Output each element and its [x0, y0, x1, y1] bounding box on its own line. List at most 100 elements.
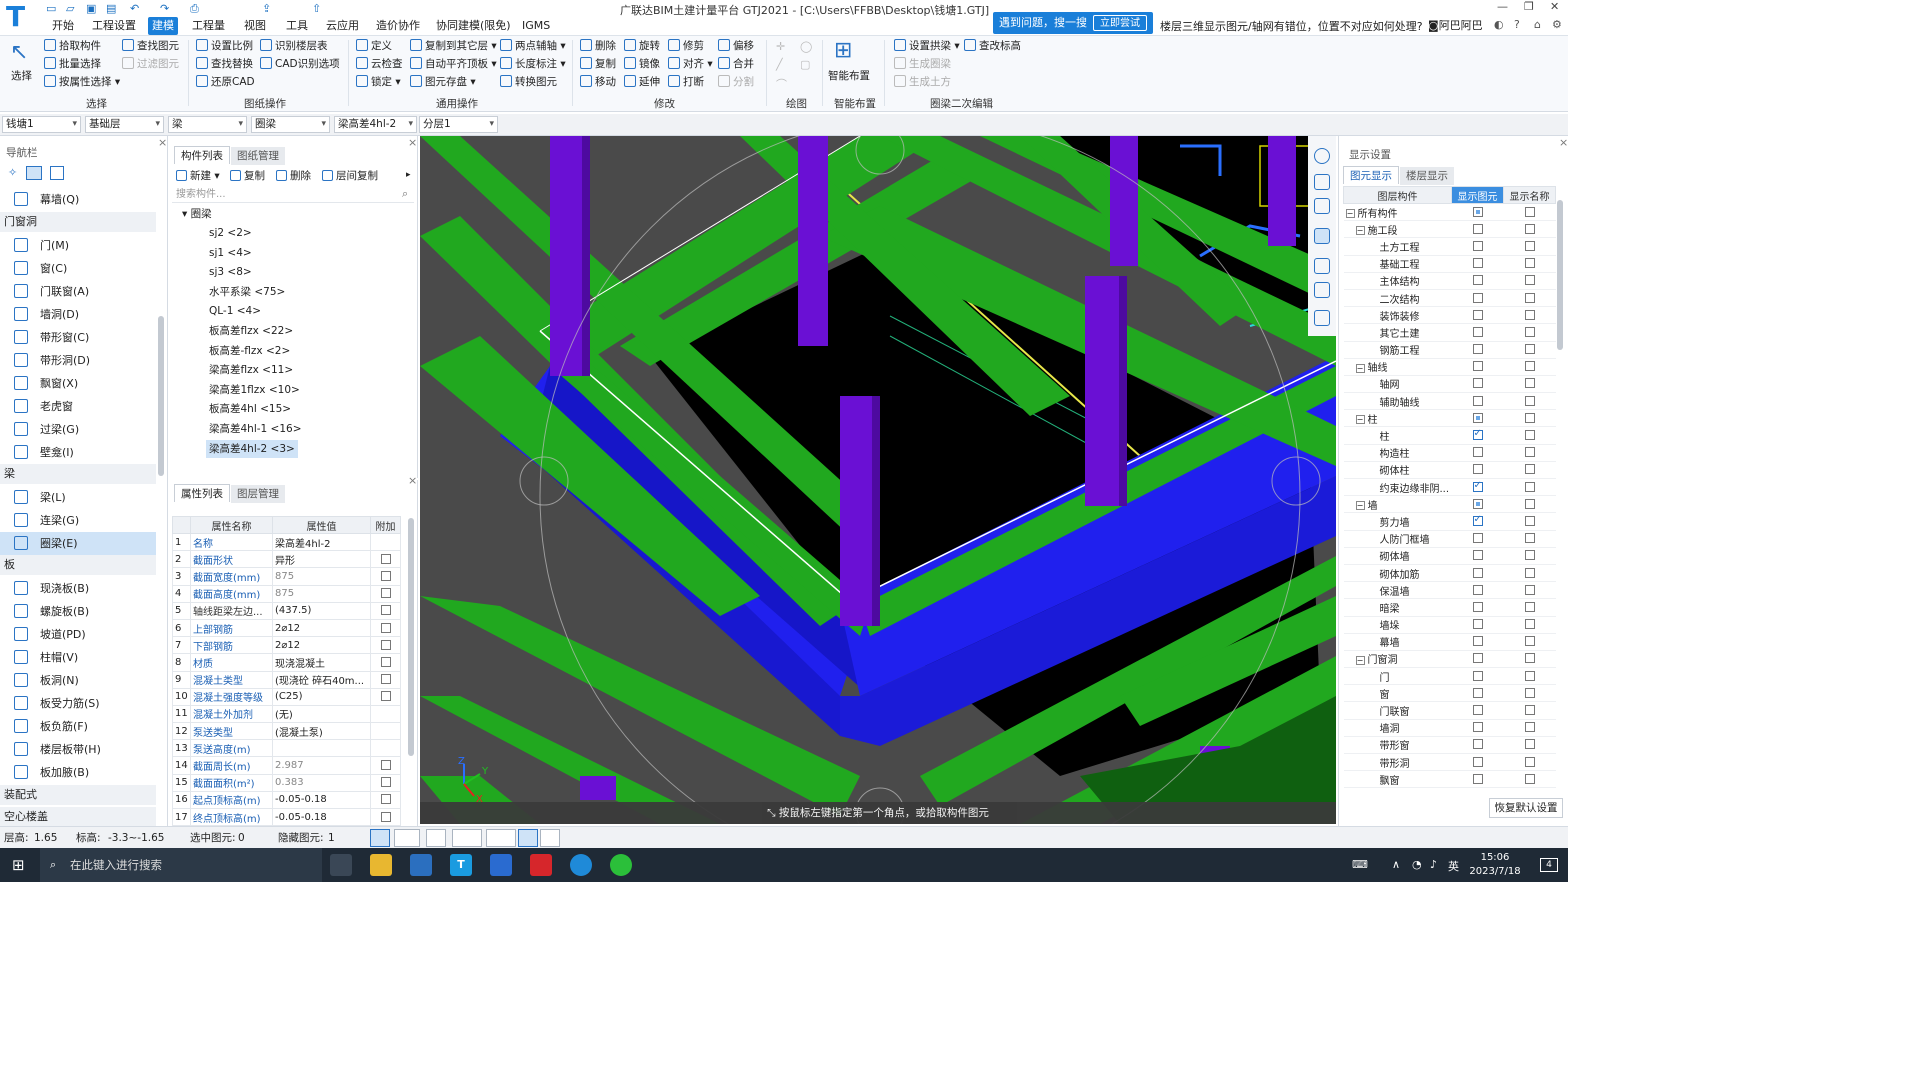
- select-big-button[interactable]: 选择: [11, 68, 32, 84]
- define-button[interactable]: 定义: [356, 38, 392, 54]
- user-account[interactable]: ◙阿巴阿巴: [1428, 17, 1483, 33]
- show-name-checkbox[interactable]: [1524, 722, 1535, 733]
- component-tree-item[interactable]: 梁高差flzx <11>: [206, 361, 296, 379]
- search-icon[interactable]: ⌕: [402, 187, 408, 201]
- search-icon[interactable]: ⌕: [1407, 17, 1413, 31]
- set-arch-beam-button[interactable]: 设置拱梁 ▾: [894, 38, 960, 54]
- menu-cost-collab[interactable]: 造价协作: [372, 17, 424, 35]
- nav-item[interactable]: 门(M): [0, 234, 156, 257]
- category-combo[interactable]: 梁: [168, 116, 247, 133]
- show-element-checkbox[interactable]: [1472, 275, 1483, 286]
- property-value[interactable]: 875: [272, 584, 371, 603]
- extra-checkbox[interactable]: [380, 811, 391, 822]
- display-row[interactable]: 幕墙: [1343, 633, 1556, 651]
- tab-drawing-management[interactable]: 图纸管理: [231, 147, 285, 165]
- show-name-checkbox[interactable]: [1524, 464, 1535, 475]
- display-row[interactable]: 柱: [1343, 426, 1556, 445]
- break-button[interactable]: 打断: [668, 74, 704, 90]
- component-tree-item[interactable]: QL-1 <4>: [206, 302, 264, 320]
- show-element-checkbox[interactable]: [1472, 773, 1483, 784]
- component-tree-item[interactable]: 水平系梁 <75>: [206, 283, 288, 301]
- nav-close-icon[interactable]: ×: [158, 136, 167, 149]
- property-row[interactable]: 11 混凝土外加剂 (无): [172, 704, 401, 724]
- extra-checkbox[interactable]: [380, 777, 391, 788]
- faq-search-text[interactable]: 楼层三维显示图元/轴网有错位，位置不对应如何处理?: [1160, 18, 1423, 34]
- extra-checkbox[interactable]: [380, 691, 391, 702]
- menu-modeling[interactable]: 建模: [148, 17, 178, 35]
- system-clock[interactable]: 15:06 2023/7/18: [1465, 851, 1525, 879]
- property-row[interactable]: 9 混凝土类型 (现浇砼 碎石40m...: [172, 670, 401, 689]
- property-value[interactable]: 875: [272, 567, 371, 586]
- cube-view-icon[interactable]: [1314, 228, 1330, 244]
- menu-quantity[interactable]: 工程量: [188, 17, 229, 35]
- extra-checkbox[interactable]: [380, 639, 391, 650]
- show-element-checkbox[interactable]: [1472, 447, 1483, 458]
- display-row[interactable]: 土方工程: [1343, 237, 1556, 256]
- show-element-checkbox[interactable]: [1472, 395, 1483, 406]
- tree-view-icon[interactable]: [50, 166, 64, 180]
- show-element-checkbox[interactable]: [1472, 344, 1483, 355]
- cad-options-button[interactable]: CAD识别选项: [260, 56, 340, 72]
- menu-view[interactable]: 视图: [240, 17, 270, 35]
- cad-app-icon[interactable]: [490, 854, 512, 876]
- smart-layout-icon[interactable]: ⊞: [834, 38, 860, 66]
- extra-checkbox[interactable]: [380, 674, 391, 685]
- home-icon[interactable]: ⌂: [1534, 18, 1541, 31]
- display-row[interactable]: − 轴线: [1343, 358, 1556, 376]
- generate-ring-beam-button[interactable]: 生成圈梁: [894, 56, 951, 72]
- show-name-checkbox[interactable]: [1524, 567, 1535, 578]
- show-name-checkbox[interactable]: [1524, 292, 1535, 303]
- convert-element-button[interactable]: 转换图元: [500, 74, 557, 90]
- show-element-checkbox[interactable]: [1472, 378, 1483, 389]
- more-tools-icon[interactable]: ▸: [406, 170, 411, 180]
- show-name-checkbox[interactable]: [1524, 636, 1535, 647]
- property-value[interactable]: [272, 739, 371, 758]
- extra-checkbox[interactable]: [380, 605, 391, 616]
- select-by-property-button[interactable]: 按属性选择 ▾: [44, 74, 120, 90]
- property-row[interactable]: 17 终点顶标高(m) -0.05-0.18: [172, 807, 401, 827]
- show-element-checkbox[interactable]: [1472, 533, 1483, 544]
- display-row[interactable]: 砌体加筋: [1343, 564, 1556, 583]
- nav-item[interactable]: 壁龛(I): [0, 441, 156, 464]
- show-name-checkbox[interactable]: [1524, 275, 1535, 286]
- property-value[interactable]: 梁高差4hl-2: [272, 532, 371, 552]
- property-row[interactable]: 7 下部钢筋 2⌀12: [172, 636, 401, 655]
- close-icon[interactable]: ✕: [1550, 0, 1559, 13]
- delete-component-button[interactable]: 删除: [276, 168, 311, 183]
- show-element-checkbox[interactable]: [1472, 258, 1483, 269]
- display-row[interactable]: 人防门框墙: [1343, 530, 1556, 548]
- show-name-checkbox[interactable]: [1524, 705, 1535, 716]
- show-name-checkbox[interactable]: [1524, 481, 1535, 492]
- display-row[interactable]: − 施工段: [1343, 220, 1556, 239]
- property-row[interactable]: 16 起点顶标高(m) -0.05-0.18: [172, 790, 401, 810]
- property-row[interactable]: 13 泵送高度(m): [172, 739, 401, 758]
- display-row[interactable]: 砌体柱: [1343, 461, 1556, 480]
- show-name-checkbox[interactable]: [1524, 447, 1535, 458]
- display-row[interactable]: 墙洞: [1343, 719, 1556, 737]
- show-name-checkbox[interactable]: [1524, 670, 1535, 681]
- find-element-button[interactable]: 查找图元: [122, 38, 179, 54]
- try-now-button[interactable]: 立即尝试: [1093, 15, 1147, 31]
- extra-checkbox[interactable]: [380, 553, 391, 564]
- tray-expand-icon[interactable]: ∧: [1392, 858, 1400, 871]
- cancel-tool-icon[interactable]: [426, 829, 446, 847]
- copy-between-floors-button[interactable]: 层间复制: [322, 168, 378, 183]
- show-name-checkbox[interactable]: [1524, 361, 1535, 372]
- component-tree-item[interactable]: 板高差4hl <15>: [206, 400, 294, 418]
- col-show-element[interactable]: 显示图元: [1451, 186, 1504, 204]
- component-tree-item[interactable]: 梁高差4hl-2 <3>: [206, 439, 298, 458]
- property-value[interactable]: (C25): [272, 687, 371, 706]
- tree-root-ring-beam[interactable]: ▾ 圈梁: [182, 206, 212, 221]
- nav-item[interactable]: 板负筋(F): [0, 715, 156, 738]
- display-row[interactable]: 飘窗: [1343, 770, 1556, 789]
- tab-property-list[interactable]: 属性列表: [174, 484, 230, 502]
- orbit-icon[interactable]: [1314, 148, 1330, 164]
- show-name-checkbox[interactable]: [1524, 258, 1535, 269]
- property-value[interactable]: 2⌀12: [272, 636, 371, 655]
- 2d-view-icon[interactable]: [1314, 174, 1330, 190]
- show-name-checkbox[interactable]: [1524, 550, 1535, 561]
- component-combo[interactable]: 梁高差4hl-2: [334, 116, 417, 133]
- show-name-checkbox[interactable]: [1524, 601, 1535, 612]
- show-element-checkbox[interactable]: [1472, 428, 1483, 441]
- nav-group-extra[interactable]: 装配式: [0, 785, 156, 805]
